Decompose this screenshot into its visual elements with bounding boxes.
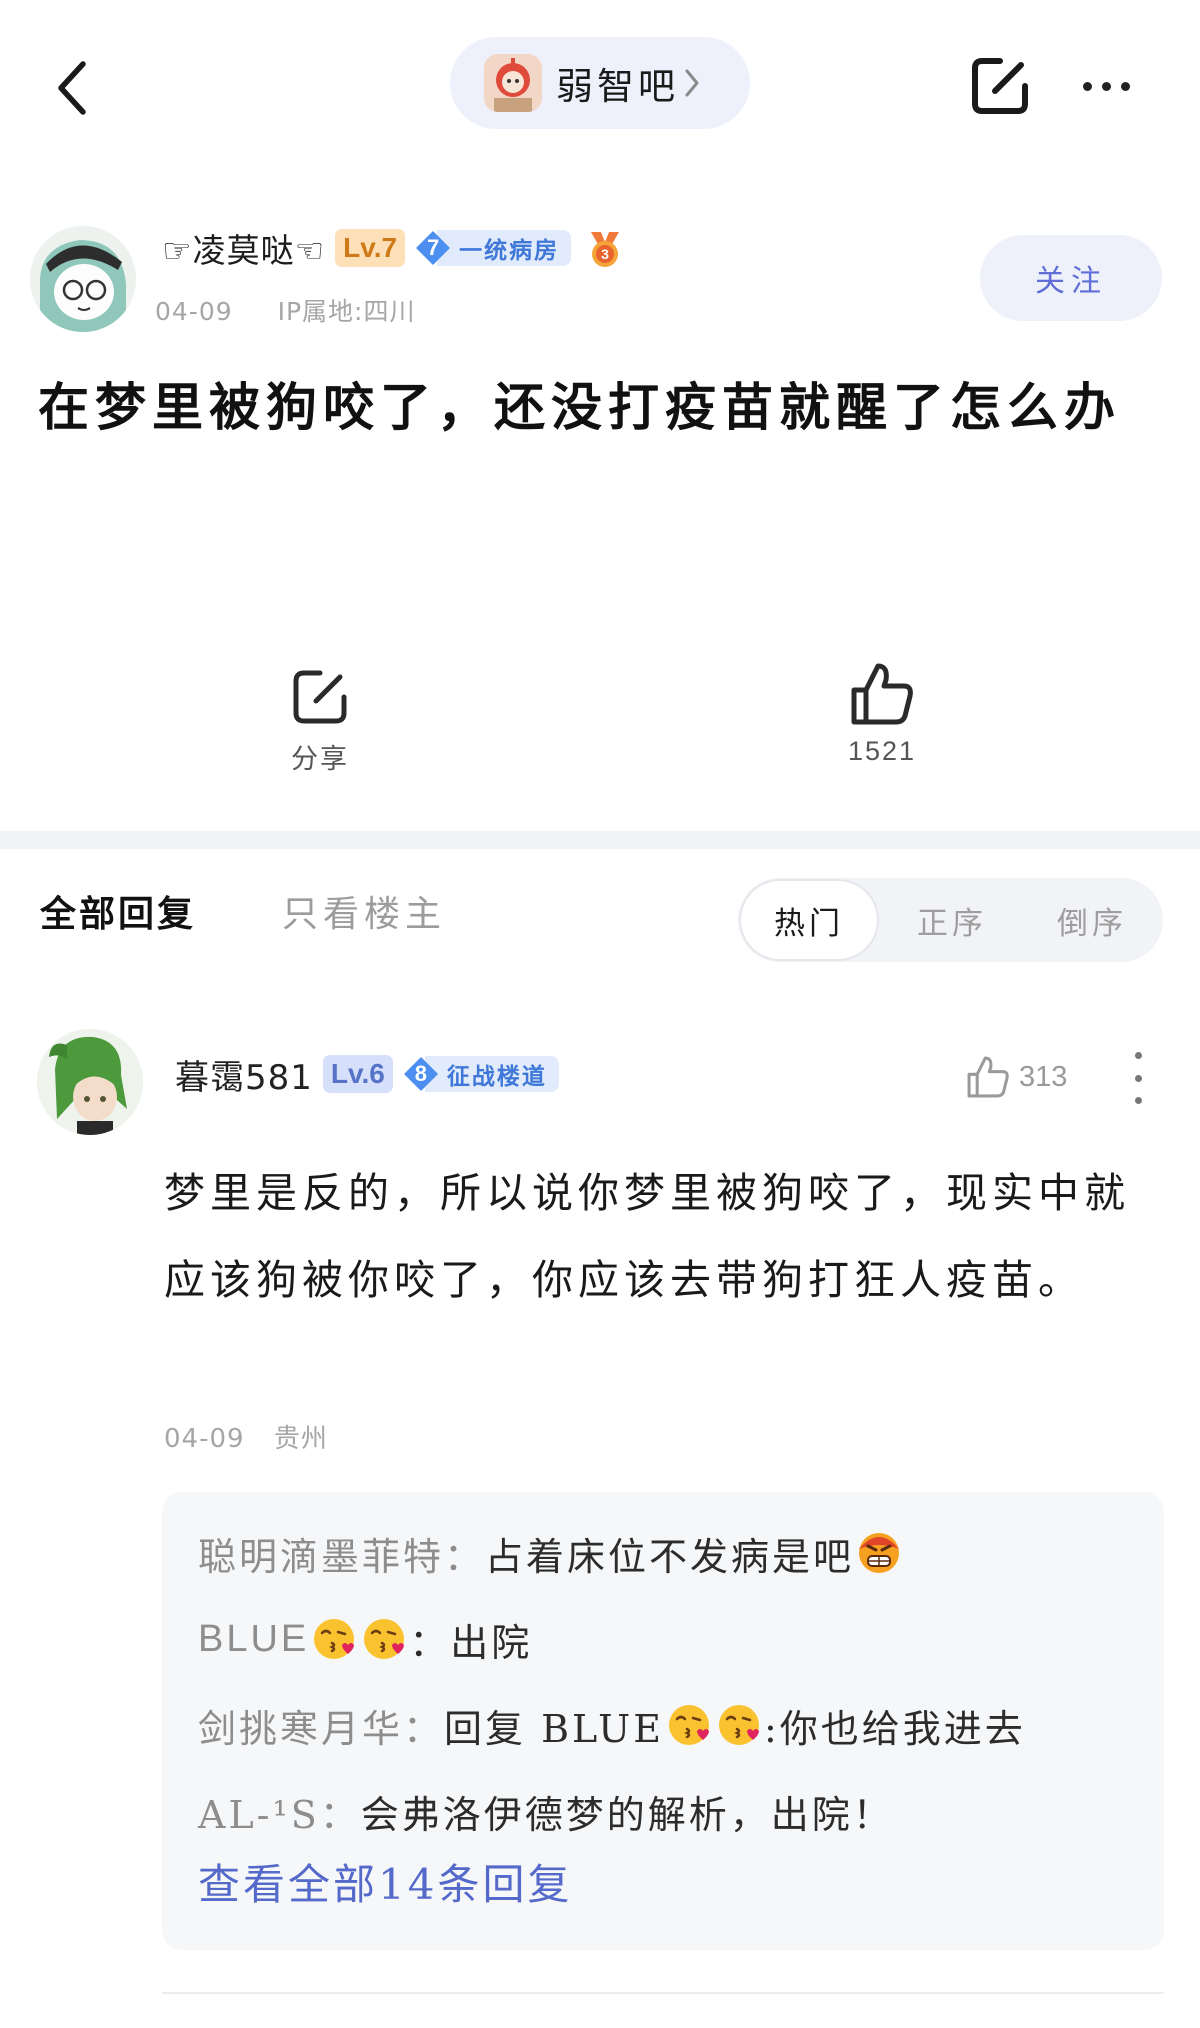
sub-reply-text: 会弗洛伊德梦的解析，出院！ <box>360 1792 894 1837</box>
bar-level-number: 7 <box>427 235 440 260</box>
svg-text:3: 3 <box>601 246 609 262</box>
tab-only-op[interactable]: 只看楼主 <box>282 885 446 937</box>
sub-reply-user[interactable]: BLUE <box>198 1618 309 1661</box>
sub-reply-tail: :你也给我进去 <box>763 1706 1026 1751</box>
kiss-emoji-icon <box>364 1619 405 1659</box>
commenter-level-badge: Lv.6 <box>322 1055 393 1093</box>
comment-like-count: 313 <box>1019 1060 1068 1093</box>
like-button[interactable]: 1521 <box>830 660 934 785</box>
sub-reply-text: ：出院 <box>409 1620 533 1665</box>
comment-divider <box>162 1992 1164 1994</box>
medal-icon: 3 <box>591 232 620 267</box>
follow-button[interactable]: 关注 <box>980 235 1162 321</box>
sub-reply[interactable]: 聪明滴墨菲特： 占着床位不发病是吧 <box>198 1510 904 1596</box>
kiss-emoji-icon <box>718 1705 759 1745</box>
sort-toggle: 热门 正序 倒序 <box>738 878 1163 962</box>
bar-title-badge: 7 一统病房 <box>415 229 572 267</box>
chevron-right-icon <box>683 67 701 99</box>
more-button[interactable] <box>1070 50 1142 122</box>
comment-body: 梦里是反的，所以说你梦里被狗咬了，现实中就应该狗被你咬了，你应该去带狗打狂人疫苗… <box>164 1169 1130 1304</box>
section-divider <box>0 831 1200 849</box>
author-meta: 04-09 IP属地:四川 <box>155 292 415 328</box>
forum-link[interactable]: 弱智吧 <box>450 37 750 129</box>
sub-reply[interactable]: 剑挑寒月华： 回复 BLUE :你也给我进去 <box>198 1682 1026 1768</box>
sub-reply-user[interactable]: 剑挑寒月华： <box>198 1698 444 1753</box>
commenter-bar-title-badge: 8 征战楼道 <box>403 1055 559 1093</box>
sort-hot[interactable]: 热门 <box>741 881 877 959</box>
post-title: 在梦里被狗咬了，还没打疫苗就醒了怎么办 <box>38 378 1122 438</box>
share-button[interactable]: 分享 <box>270 665 370 785</box>
post-date: 04-09 <box>155 297 233 326</box>
comment-like-button[interactable]: 313 <box>965 1050 1067 1104</box>
forum-logo <box>484 54 542 112</box>
sub-reply-user[interactable]: AL-¹S： <box>198 1784 361 1839</box>
sub-replies-box: 聪明滴墨菲特： 占着床位不发病是吧 BLUE ：出院 剑挑寒月华： 回复 BLU… <box>162 1492 1164 1950</box>
angry-emoji-icon <box>859 1533 900 1573</box>
more-vertical-icon <box>1134 1052 1142 1059</box>
sort-ascending[interactable]: 正序 <box>884 878 1020 962</box>
bar-title-text: 一统病房 <box>437 230 572 266</box>
post-like-count: 1521 <box>847 736 917 766</box>
edit-button[interactable] <box>964 50 1036 122</box>
comment-more-button[interactable] <box>1118 1052 1158 1104</box>
commenter-bar-level-number: 8 <box>414 1061 427 1086</box>
tab-all-replies[interactable]: 全部回复 <box>40 885 196 937</box>
author-name[interactable]: ☞凌莫哒☜ <box>162 224 325 272</box>
edit-icon <box>972 58 1028 114</box>
ip-location: IP属地:四川 <box>277 297 416 326</box>
back-icon <box>58 61 86 115</box>
share-label: 分享 <box>291 744 349 775</box>
commenter-bar-title-text: 征战楼道 <box>424 1056 559 1092</box>
view-all-replies-link[interactable]: 查看全部14条回复 <box>198 1838 572 1924</box>
sub-reply-user[interactable]: 聪明滴墨菲特： <box>198 1526 485 1581</box>
sub-reply-text: 回复 BLUE <box>444 1706 664 1751</box>
comment-location: 贵州 <box>273 1424 328 1454</box>
share-icon <box>293 670 347 724</box>
comment-date: 04-09 <box>164 1424 245 1454</box>
sub-reply[interactable]: BLUE ：出院 <box>198 1596 532 1682</box>
commenter-avatar[interactable] <box>37 1029 143 1135</box>
kiss-emoji-icon <box>314 1619 355 1659</box>
sub-reply-text: 占着床位不发病是吧 <box>485 1534 855 1579</box>
more-icon <box>1082 81 1092 91</box>
commenter-name-row: 暮霭581 Lv.6 8 征战楼道 <box>175 1050 559 1099</box>
back-button[interactable] <box>40 48 104 128</box>
thumbs-up-icon <box>967 1056 1009 1098</box>
sort-descending[interactable]: 倒序 <box>1024 878 1160 962</box>
commenter-name[interactable]: 暮霭581 <box>175 1050 313 1099</box>
author-avatar[interactable] <box>30 226 136 332</box>
comment-meta: 04-09 贵州 <box>164 1418 328 1455</box>
author-name-row: ☞凌莫哒☜ Lv.7 7 一统病房 3 <box>162 222 627 274</box>
user-level-badge: Lv.7 <box>335 229 406 267</box>
thumbs-up-icon <box>851 663 913 725</box>
forum-name: 弱智吧 <box>556 65 679 108</box>
kiss-emoji-icon <box>668 1705 709 1745</box>
